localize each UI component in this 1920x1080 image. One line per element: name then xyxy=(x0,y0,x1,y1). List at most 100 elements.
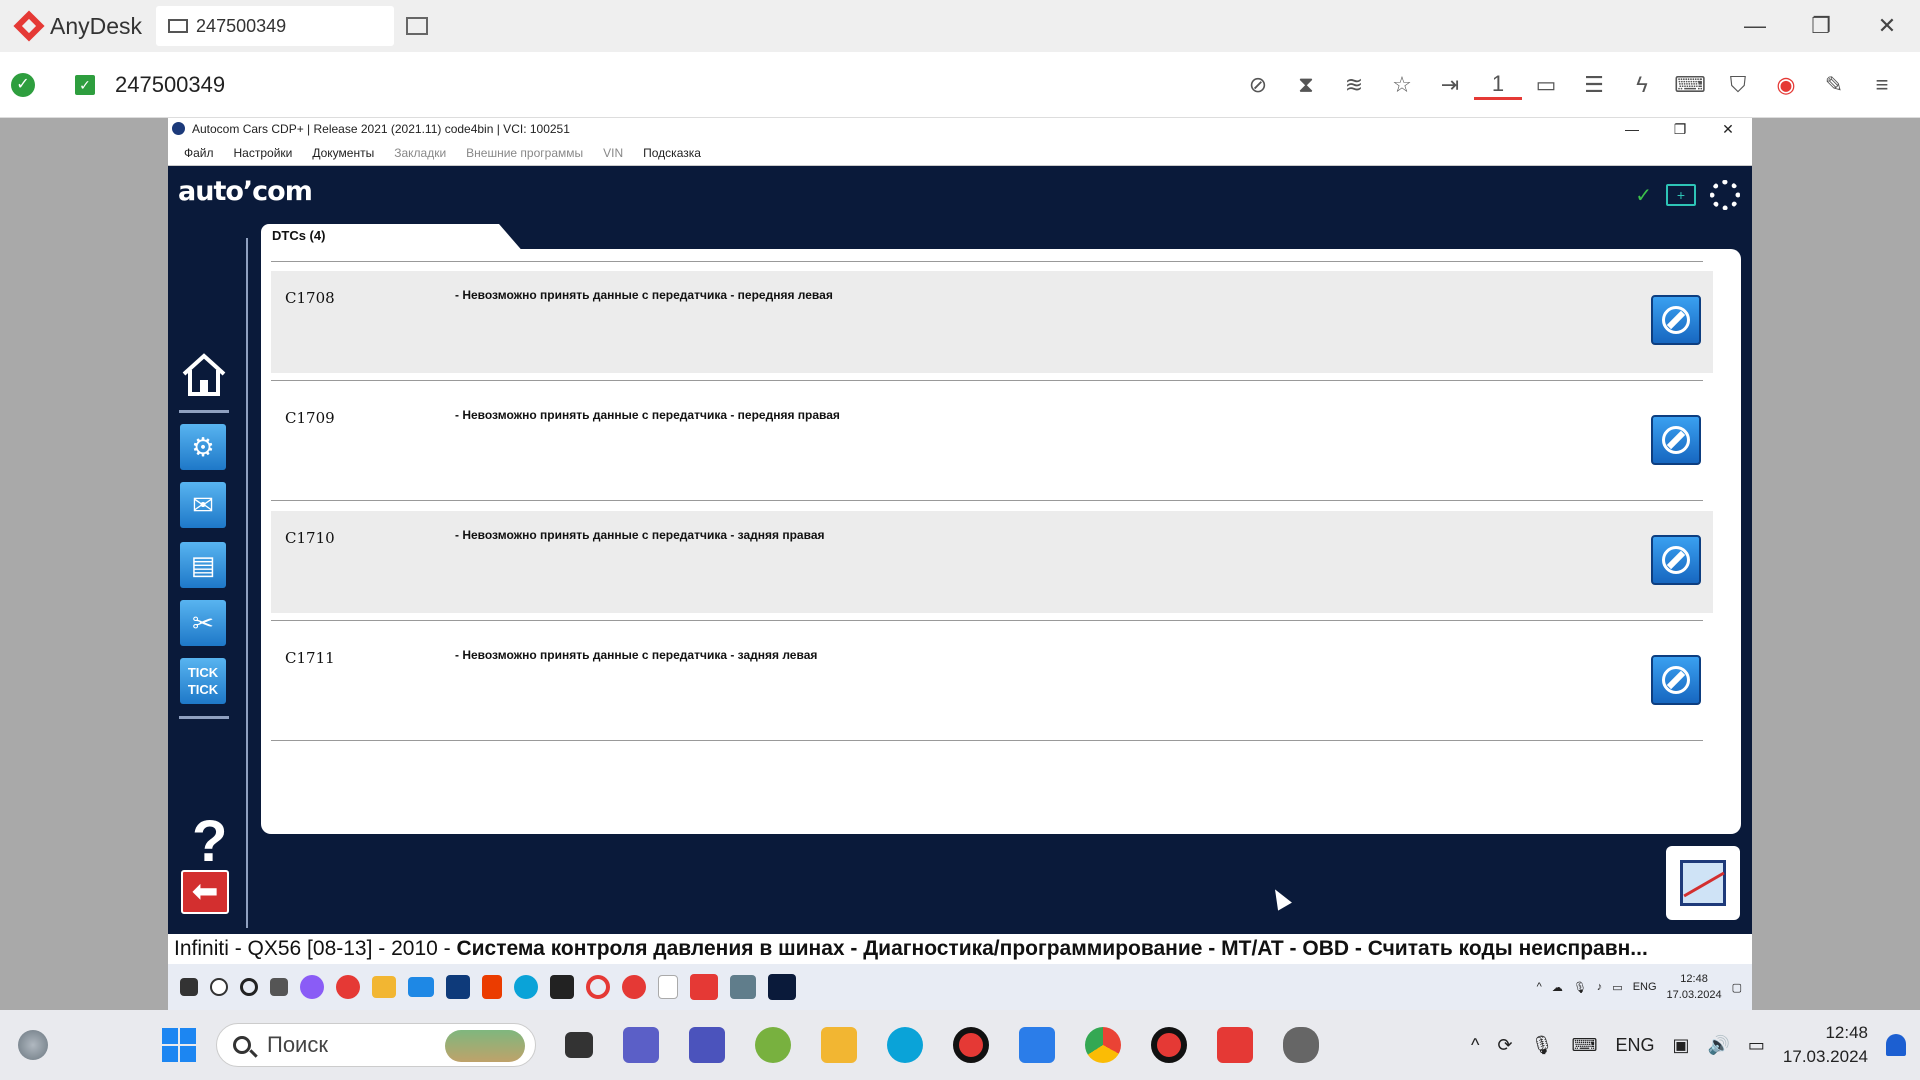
database-icon[interactable]: ≋ xyxy=(1330,72,1378,98)
start-button[interactable] xyxy=(162,1028,196,1062)
remote-alice-icon[interactable] xyxy=(300,975,324,999)
tools-button[interactable]: ✂ xyxy=(180,600,226,646)
reports-button[interactable]: ▤ xyxy=(180,542,226,588)
remote-car-icon[interactable] xyxy=(730,975,756,999)
anydesk-icon[interactable] xyxy=(1217,1027,1253,1063)
taskview-icon[interactable] xyxy=(565,1032,593,1058)
remote-edge-icon[interactable] xyxy=(514,975,538,999)
menu-file[interactable]: Файл xyxy=(184,146,214,160)
remote-lang[interactable]: ENG xyxy=(1633,981,1657,993)
autocom-close-button[interactable]: ✕ xyxy=(1704,118,1752,140)
dtc-info-button[interactable] xyxy=(1651,535,1701,585)
remote-clock[interactable]: 12:48 17.03.2024 xyxy=(1667,971,1722,1003)
remote-notifications-icon[interactable]: ▢ xyxy=(1732,981,1742,994)
dtc-info-button[interactable] xyxy=(1651,655,1701,705)
autocom-restore-button[interactable]: ❐ xyxy=(1656,118,1704,140)
dtc-row[interactable]: C1709 - Невозможно принять данные с пере… xyxy=(271,391,1713,501)
disconnect-button[interactable]: ✉ xyxy=(180,482,226,528)
remote-start-icon[interactable] xyxy=(180,978,198,996)
autocom-minimize-button[interactable]: — xyxy=(1608,118,1656,140)
volume-icon[interactable]: 🔊 xyxy=(1707,1035,1729,1056)
utorrent-icon[interactable] xyxy=(755,1027,791,1063)
battery-tray-icon[interactable]: ▭ xyxy=(1748,1035,1765,1056)
remote-cortana-icon[interactable] xyxy=(240,978,258,996)
dtc-row[interactable]: C1711 - Невозможно принять данные с пере… xyxy=(271,631,1713,741)
monitor-1-icon[interactable]: 1 xyxy=(1474,71,1522,100)
remote-opera-icon[interactable] xyxy=(586,975,610,999)
tick-tick-button[interactable]: TICK TICK xyxy=(180,658,226,704)
pen-icon[interactable]: ✎ xyxy=(1810,72,1858,98)
print-report-button[interactable] xyxy=(1666,846,1740,920)
menu-documents[interactable]: Документы xyxy=(312,146,374,160)
remote-volume-icon[interactable]: ♪ xyxy=(1597,981,1603,993)
new-tab-icon[interactable] xyxy=(406,17,429,35)
menu-hint[interactable]: Подсказка xyxy=(643,146,701,160)
remote-tray-chevron-icon[interactable]: ^ xyxy=(1537,981,1542,993)
dtc-row[interactable]: C1710 - Невозможно принять данные с пере… xyxy=(271,511,1713,621)
snipping-tool-icon[interactable] xyxy=(1019,1027,1055,1063)
menu-settings[interactable]: Настройки xyxy=(234,146,293,160)
lightning-icon[interactable]: ϟ xyxy=(1618,72,1666,98)
settings-gear-icon[interactable] xyxy=(1710,180,1740,210)
remote-document-icon[interactable] xyxy=(658,975,678,999)
remote-autocom-icon[interactable] xyxy=(768,974,796,1000)
chat-icon[interactable]: ☰ xyxy=(1570,72,1618,98)
keyboard-icon[interactable]: ⌨ xyxy=(1666,72,1714,98)
close-button[interactable]: ✕ xyxy=(1854,13,1920,39)
restore-button[interactable]: ❐ xyxy=(1788,13,1854,39)
dtc-row[interactable]: C1708 - Невозможно принять данные с пере… xyxy=(271,271,1713,381)
engine-button[interactable]: ⚙ xyxy=(180,424,226,470)
dtc-info-button[interactable] xyxy=(1651,415,1701,465)
sync-icon[interactable]: ⟳ xyxy=(1498,1035,1513,1056)
back-button[interactable]: ⬅ xyxy=(181,870,229,914)
edge-icon[interactable] xyxy=(887,1027,923,1063)
remote-mail-icon[interactable] xyxy=(408,977,434,997)
star-icon[interactable]: ☆ xyxy=(1378,72,1426,98)
remote-battery-icon[interactable]: ▭ xyxy=(1612,981,1622,994)
taskbar-search[interactable]: Поиск xyxy=(216,1023,536,1067)
record-icon[interactable]: ◉ xyxy=(1762,72,1810,98)
help-button[interactable]: ? xyxy=(192,808,227,875)
microphone-icon[interactable]: 🎙 xyxy=(1531,1035,1554,1056)
network-icon[interactable]: ▣ xyxy=(1672,1035,1689,1056)
menu-icon[interactable]: ≡ xyxy=(1858,72,1906,98)
chat-app-icon[interactable] xyxy=(623,1027,659,1063)
hourglass-icon[interactable]: ⧗ xyxy=(1282,72,1330,98)
tray-chevron-icon[interactable]: ^ xyxy=(1471,1035,1479,1056)
recorder-2-icon[interactable] xyxy=(1151,1027,1187,1063)
notification-bell-icon[interactable] xyxy=(1886,1034,1906,1056)
remote-network-icon[interactable]: ☁ xyxy=(1552,981,1563,994)
dtc-info-button[interactable] xyxy=(1651,295,1701,345)
remote-app-icon[interactable] xyxy=(550,975,574,999)
privacy-icon[interactable]: ⊘ xyxy=(1234,72,1282,98)
remote-address[interactable]: 247500349 xyxy=(115,72,225,98)
file-explorer-icon[interactable] xyxy=(821,1027,857,1063)
teams-icon[interactable] xyxy=(689,1027,725,1063)
taskbar-clock[interactable]: 12:48 17.03.2024 xyxy=(1783,1021,1868,1069)
chrome-icon[interactable] xyxy=(1085,1027,1121,1063)
remote-office-icon[interactable] xyxy=(482,975,502,999)
shield-icon[interactable]: ⛉ xyxy=(1714,72,1762,98)
session-tab[interactable]: 247500349 xyxy=(156,6,395,46)
remote-search-icon[interactable] xyxy=(210,978,228,996)
menu-bookmarks[interactable]: Закладки xyxy=(394,146,446,160)
remote-mic-icon[interactable]: 🎙 xyxy=(1573,981,1587,994)
minimize-button[interactable]: — xyxy=(1722,13,1788,39)
menu-external-programs[interactable]: Внешние программы xyxy=(466,146,583,160)
remote-anydesk-icon[interactable] xyxy=(690,974,718,1000)
keyboard-tray-icon[interactable]: ⌨ xyxy=(1571,1035,1597,1056)
menu-vin[interactable]: VIN xyxy=(603,146,623,160)
remote-yandex-icon[interactable] xyxy=(336,975,360,999)
widgets-icon[interactable] xyxy=(18,1030,48,1060)
remote-yandex-browser-icon[interactable] xyxy=(622,975,646,999)
remote-taskview-icon[interactable] xyxy=(270,978,288,996)
display-icon[interactable]: ▭ xyxy=(1522,72,1570,98)
recorder-icon[interactable] xyxy=(953,1027,989,1063)
language-indicator[interactable]: ENG xyxy=(1615,1035,1654,1056)
remote-screen[interactable]: Autocom Cars CDP+ | Release 2021 (2021.1… xyxy=(168,118,1752,1010)
home-button[interactable] xyxy=(178,348,228,398)
usb-app-icon[interactable] xyxy=(1283,1027,1319,1063)
remote-teamviewer-icon[interactable] xyxy=(446,975,470,999)
remote-explorer-icon[interactable] xyxy=(372,976,396,998)
file-transfer-icon[interactable]: ⇥ xyxy=(1426,72,1474,98)
